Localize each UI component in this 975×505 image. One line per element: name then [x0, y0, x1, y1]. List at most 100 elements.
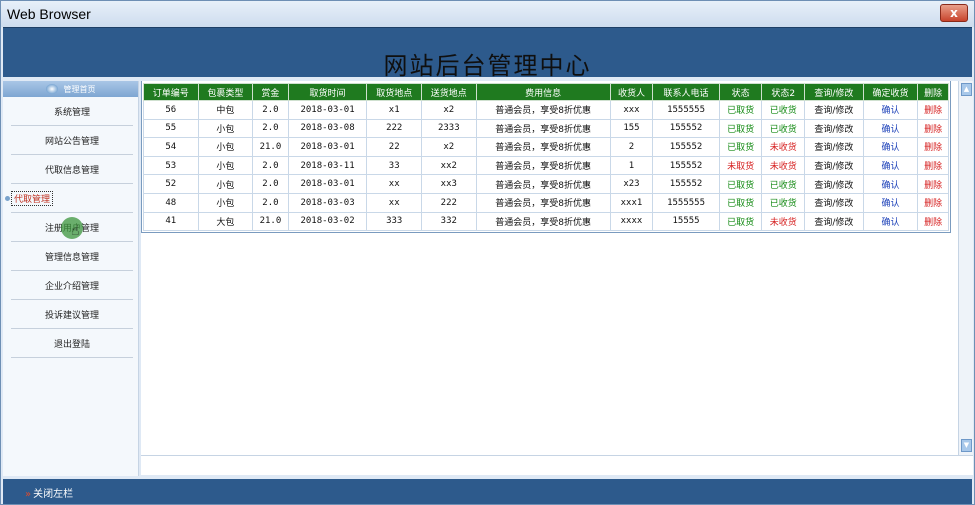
hand-cursor-icon: ☝ [71, 223, 80, 239]
table-cell: 中包 [197, 100, 254, 120]
title-bar: Web Browser x [1, 1, 974, 27]
column-header[interactable]: 取货时间 [287, 83, 368, 101]
query-edit-link[interactable]: 查询/修改 [804, 174, 864, 194]
table-cell: 55 [143, 118, 199, 139]
table-cell: 已收货 [761, 192, 806, 213]
query-edit-link[interactable]: 查询/修改 [804, 155, 864, 176]
table-cell: x1 [366, 100, 423, 120]
table-row: 48 小包 2.0 2018-03-03 xx 222 普通会员，享受8折优惠 xxx1 155… [143, 192, 949, 213]
table-cell: 2018-03-01 [287, 137, 368, 157]
confirm-link[interactable]: 确认 [862, 174, 919, 194]
query-edit-link[interactable]: 查询/修改 [804, 211, 864, 232]
table-cell: 155552 [652, 137, 720, 157]
delete-link[interactable]: 删除 [917, 137, 949, 157]
table-cell: 已取货 [718, 211, 763, 232]
sidebar-item[interactable]: 投诉建议管理 [11, 300, 133, 329]
column-header[interactable]: 查询/修改 [804, 83, 864, 101]
sidebar-item[interactable]: 网站公告管理 [11, 126, 133, 155]
delete-link[interactable]: 删除 [917, 100, 949, 120]
vertical-scrollbar[interactable]: ▲ ▼ [958, 81, 973, 455]
table-cell: 未收货 [761, 137, 806, 157]
table-cell: 56 [143, 100, 199, 120]
table-cell: 1555555 [652, 192, 720, 213]
table-row: 41 大包 21.0 2018-03-02 333 332 普通会员，享受8折优惠 xxxx 1… [143, 211, 949, 232]
query-edit-link[interactable]: 查询/修改 [804, 192, 864, 213]
sidebar-item-label: 网站公告管理 [44, 136, 99, 147]
table-cell: 普通会员，享受8折优惠 [475, 118, 611, 139]
delete-link[interactable]: 删除 [917, 192, 949, 213]
column-header[interactable]: 赏金 [252, 83, 289, 101]
sidebar-item[interactable]: 系统管理 [11, 97, 133, 126]
scroll-down-icon[interactable]: ▼ [961, 439, 972, 452]
query-edit-link[interactable]: 查询/修改 [804, 118, 864, 139]
table-cell: 2018-03-02 [287, 211, 368, 232]
table-cell: 21.0 [252, 137, 289, 157]
table-cell: 2.0 [252, 155, 289, 176]
confirm-link[interactable]: 确认 [862, 100, 919, 120]
table-cell: 未取货 [718, 155, 763, 176]
sidebar-item-label: 管理信息管理 [44, 252, 99, 263]
column-header[interactable]: 联系人电话 [652, 83, 720, 101]
table-cell: 1 [609, 155, 654, 176]
sidebar-home-header[interactable]: 管理首页 [3, 81, 138, 97]
confirm-link[interactable]: 确认 [862, 155, 919, 176]
column-header[interactable]: 包裹类型 [197, 83, 254, 101]
window-title: Web Browser [7, 6, 91, 22]
column-header[interactable]: 状态2 [761, 83, 806, 101]
table-cell: 未收货 [761, 155, 806, 176]
table-cell: 2.0 [252, 174, 289, 194]
table-cell: 2.0 [252, 100, 289, 120]
column-header[interactable]: 取货地点 [366, 83, 423, 101]
table-cell: x2 [421, 137, 477, 157]
delete-link[interactable]: 删除 [917, 155, 949, 176]
table-cell: 2.0 [252, 192, 289, 213]
table-cell: 小包 [197, 174, 254, 194]
active-bullet-icon [5, 196, 10, 201]
table-cell: x23 [609, 174, 654, 194]
browser-window: Web Browser x 网站后台管理中心 管理首页 系统管理 网站公告管理 代取… [0, 0, 975, 505]
column-header[interactable]: 确定收货 [862, 83, 919, 101]
table-cell: 已取货 [718, 137, 763, 157]
confirm-link[interactable]: 确认 [862, 137, 919, 157]
sidebar-item[interactable]: 代取管理 [5, 184, 133, 213]
column-header[interactable]: 订单编号 [143, 83, 199, 101]
delete-link[interactable]: 删除 [917, 174, 949, 194]
table-cell: 2 [609, 137, 654, 157]
table-cell: xxx [609, 100, 654, 120]
confirm-link[interactable]: 确认 [862, 118, 919, 139]
sidebar-item[interactable]: 企业介绍管理 [11, 271, 133, 300]
table-cell: 21.0 [252, 211, 289, 232]
delete-link[interactable]: 删除 [917, 118, 949, 139]
table-cell: 22 [366, 137, 423, 157]
column-header[interactable]: 收货人 [609, 83, 654, 101]
table-cell: 小包 [197, 118, 254, 139]
column-header[interactable]: 删除 [917, 83, 949, 101]
confirm-link[interactable]: 确认 [862, 192, 919, 213]
orders-table: 订单编号 包裹类型 赏金 取货时间 取货地点 送货地点 费用信息 收货人 联系人电话 状态 状态2 查… [143, 83, 949, 232]
table-cell: 2018-03-01 [287, 174, 368, 194]
query-edit-link[interactable]: 查询/修改 [804, 137, 864, 157]
table-cell: 小包 [197, 137, 254, 157]
arrow-icon: » [25, 489, 32, 500]
sidebar-item[interactable]: 退出登陆 [11, 329, 133, 358]
table-cell: 15555 [652, 211, 720, 232]
column-header[interactable]: 状态 [718, 83, 763, 101]
query-edit-link[interactable]: 查询/修改 [804, 100, 864, 120]
table-cell: 2333 [421, 118, 477, 139]
close-button[interactable]: x [940, 4, 968, 22]
close-left-panel-link[interactable]: » 关闭左栏 [25, 485, 73, 500]
column-header[interactable]: 费用信息 [475, 83, 611, 101]
table-cell: xx2 [421, 155, 477, 176]
table-cell: 已收货 [761, 174, 806, 194]
sidebar-item-label: 企业介绍管理 [44, 281, 99, 292]
column-header[interactable]: 送货地点 [421, 83, 477, 101]
delete-link[interactable]: 删除 [917, 211, 949, 232]
table-cell: 已取货 [718, 192, 763, 213]
table-cell: 普通会员，享受8折优惠 [475, 100, 611, 120]
scroll-up-icon[interactable]: ▲ [961, 83, 972, 96]
sidebar-item[interactable]: 管理信息管理 [11, 242, 133, 271]
sidebar-item[interactable]: 代取信息管理 [11, 155, 133, 184]
confirm-link[interactable]: 确认 [862, 211, 919, 232]
table-row: 53 小包 2.0 2018-03-11 33 xx2 普通会员，享受8折优惠 1 155552… [143, 155, 949, 176]
table-cell: 已取货 [718, 174, 763, 194]
